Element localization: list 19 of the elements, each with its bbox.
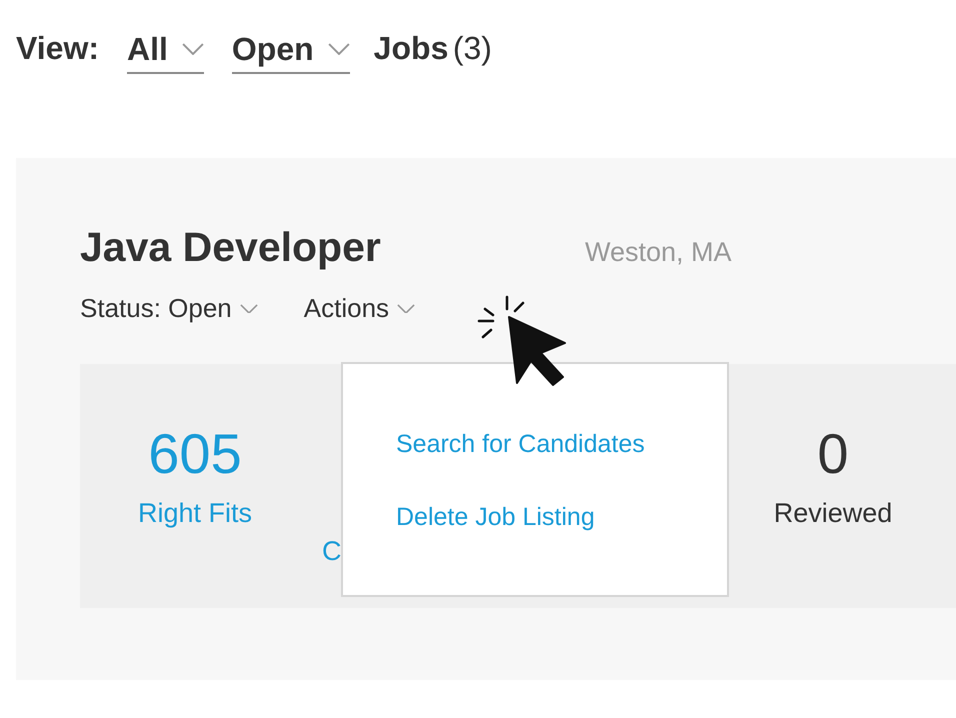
view-filter-dropdown[interactable]: Open xyxy=(232,30,350,74)
actions-dropdown[interactable]: Actions xyxy=(304,293,416,324)
stat-label[interactable]: Right Fits xyxy=(138,498,252,529)
chevron-down-icon xyxy=(397,304,416,314)
view-filter-dropdown[interactable]: All xyxy=(127,30,204,74)
jobs-count-label: Jobs(3) xyxy=(374,30,492,66)
menu-item[interactable]: Delete Job Listing xyxy=(396,503,595,532)
chevron-down-icon xyxy=(182,42,204,56)
status-dropdown[interactable]: Status: Open xyxy=(80,293,258,324)
chevron-down-icon xyxy=(240,304,258,314)
job-location: Weston, MA xyxy=(585,237,732,268)
stat-number[interactable]: 605 xyxy=(148,426,242,482)
stat-number: 0 xyxy=(817,426,849,482)
stat-label[interactable]: C xyxy=(322,536,342,567)
menu-item[interactable]: Search for Candidates xyxy=(396,430,645,459)
chevron-down-icon xyxy=(328,42,350,56)
stat-label: Reviewed xyxy=(774,498,892,529)
job-title: Java Developer xyxy=(80,224,382,271)
view-label: View: xyxy=(16,30,99,66)
